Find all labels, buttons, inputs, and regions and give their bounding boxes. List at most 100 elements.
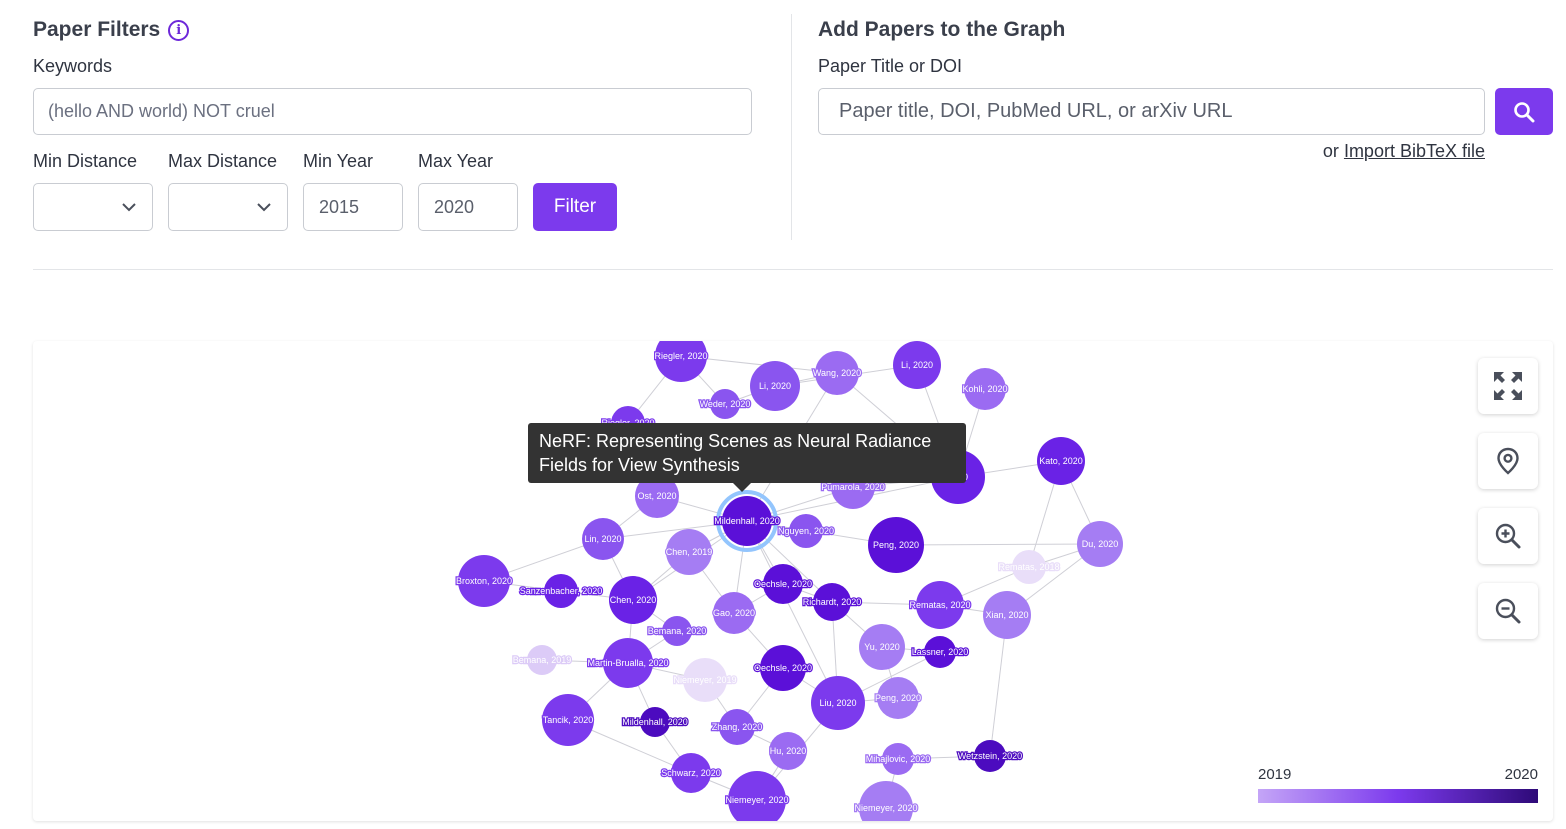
paper-node-label: Niemeyer, 2020 [854,803,917,813]
paper-node[interactable]: Wang, 2020 [812,351,862,395]
paper-node-label: Schwarz, 2020 [661,768,721,778]
locate-button[interactable] [1478,433,1538,489]
paper-node[interactable]: Niemeyer, 2020 [853,781,919,821]
paper-node[interactable]: Nguyen, 2020 [777,514,835,548]
paper-node[interactable]: Xian, 2020 [983,591,1031,639]
paper-node-label: Peng, 2020 [873,540,919,550]
import-line: or Import BibTeX file [818,141,1554,162]
paper-search-row [818,88,1554,135]
paper-node-label: Mildenhall, 2020 [714,516,780,526]
paper-node[interactable]: Niemeyer, 2019 [672,658,738,702]
paper-node-label: Ost, 2020 [637,491,676,501]
paper-node[interactable]: Zhang, 2020 [710,709,764,745]
max-year-input[interactable] [418,183,518,231]
info-icon[interactable]: i [168,19,190,41]
paper-node[interactable]: Kohli, 2020 [961,368,1009,410]
chevron-down-icon [257,202,271,211]
paper-node[interactable]: Du, 2020 [1077,521,1123,567]
paper-search-input[interactable] [818,88,1485,135]
paper-node[interactable]: Tancik, 2020 [541,694,595,746]
add-papers-title: Add Papers to the Graph [818,18,1066,41]
vertical-divider [791,14,792,240]
paper-node[interactable]: Schwarz, 2020 [660,753,722,793]
paper-node-label: Niemeyer, 2019 [673,675,736,685]
search-button[interactable] [1495,88,1553,135]
graph-canvas[interactable]: Riegler, 2020 Li, 2020 Wang, 2020 Li, 2020 K… [33,341,1553,821]
paper-node[interactable]: Bemana, 2020 [646,616,708,646]
paper-node[interactable]: Mihajlovic, 2020 [864,743,932,775]
year-legend: 2019 2020 [1258,766,1538,803]
paper-node-label: Zhang, 2020 [712,722,763,732]
paper-node-label: Tancik, 2020 [543,715,594,725]
paper-node[interactable]: Yu, 2020 [859,624,905,670]
paper-node-label: Nguyen, 2020 [778,526,834,536]
paper-node[interactable]: Peng, 2020 [874,677,922,719]
paper-node[interactable]: Peng, 2020 [868,517,924,573]
paper-node[interactable]: Rematas, 2018 [997,550,1061,584]
paper-filters-header: Paper Filters i [33,14,753,46]
zoom-out-icon [1495,598,1521,624]
locate-icon [1497,447,1519,475]
search-icon [1514,101,1535,122]
paper-node-label: Richardt, 2020 [803,597,862,607]
zoom-out-button[interactable] [1478,583,1538,639]
paper-node[interactable]: Hu, 2020 [768,732,808,770]
max-distance-label: Max Distance [168,151,278,171]
paper-node[interactable]: Broxton, 2020 [455,555,513,607]
paper-node-label: Peng, 2020 [875,693,921,703]
max-distance-select[interactable] [168,183,288,231]
paper-node-label: Pumarola, 2020 [821,482,885,492]
paper-node[interactable]: Lin, 2020 [582,518,624,560]
legend-min-year: 2019 [1258,766,1292,783]
paper-node-label: Riegler, 2020 [654,351,707,361]
paper-node-label: Niemeyer, 2020 [725,795,788,805]
paper-node-label: Sanzenbacher, 2020 [520,586,603,596]
paper-node[interactable]: Niemeyer, 2020 [724,771,790,821]
filter-row: Min Distance Max Distance Min Year Max Y… [33,151,753,231]
paper-node[interactable]: Oechsle, 2020 [753,645,813,691]
min-year-label: Min Year [303,151,374,171]
keywords-input[interactable] [33,88,752,135]
paper-node[interactable]: Martin-Brualla, 2020 [586,638,670,688]
fullscreen-button[interactable] [1478,358,1538,414]
min-distance-select[interactable] [33,183,153,231]
import-bibtex-link[interactable]: Import BibTeX file [1344,141,1485,161]
paper-node[interactable]: Lassner, 2020 [910,636,970,668]
paper-filters-title: Paper Filters [33,18,161,41]
paper-filters-panel: Paper Filters i Keywords Min Distance Ma… [33,14,753,231]
paper-node[interactable]: Li, 2020 [893,341,941,389]
paper-node[interactable]: Chen, 2020 [608,576,658,624]
paper-node[interactable]: Li, 2020 [750,361,800,411]
paper-node[interactable]: Gao, 2020 [712,592,756,634]
fullscreen-icon [1494,372,1522,400]
max-year-label: Max Year [418,151,494,171]
citation-graph[interactable]: Riegler, 2020 Li, 2020 Wang, 2020 Li, 2020 K… [33,341,1553,821]
paper-node[interactable]: Mildenhall, 2020 [621,707,689,737]
paper-node[interactable]: Sanzenbacher, 2020 [518,574,604,608]
paper-node-label: Li, 2020 [901,360,933,370]
paper-node-circle[interactable] [859,781,913,821]
min-distance-group: Min Distance [33,151,153,231]
citation-edge [895,543,1101,546]
min-year-group: Min Year [303,151,403,231]
legend-max-year: 2020 [1504,766,1538,783]
paper-node[interactable]: Wetzstein, 2020 [957,740,1023,772]
paper-node-label: Bemana, 2020 [648,626,707,636]
paper-node[interactable]: Chen, 2019 [664,529,714,575]
paper-node[interactable]: Rematas, 2020 [908,581,972,629]
paper-node-label: Chen, 2020 [610,595,657,605]
paper-node-label: Rematas, 2018 [998,562,1059,572]
paper-node[interactable]: Liu, 2020 [811,676,865,730]
paper-node[interactable]: Bemana, 2019 [511,645,573,675]
paper-node[interactable]: Mildenhall, 2020 [713,490,781,552]
paper-node-label: Oechsle, 2020 [754,663,812,673]
zoom-in-button[interactable] [1478,508,1538,564]
legend-gradient-bar [1258,789,1538,803]
paper-node-label: Liu, 2020 [819,698,856,708]
paper-node[interactable]: Kato, 2020 [1037,437,1085,485]
paper-tooltip: NeRF: Representing Scenes as Neural Radi… [528,423,966,492]
min-year-input[interactable] [303,183,403,231]
paper-node-label: Xian, 2020 [985,610,1028,620]
paper-node[interactable]: Weder, 2020 [698,389,752,419]
filter-button[interactable]: Filter [533,183,617,231]
